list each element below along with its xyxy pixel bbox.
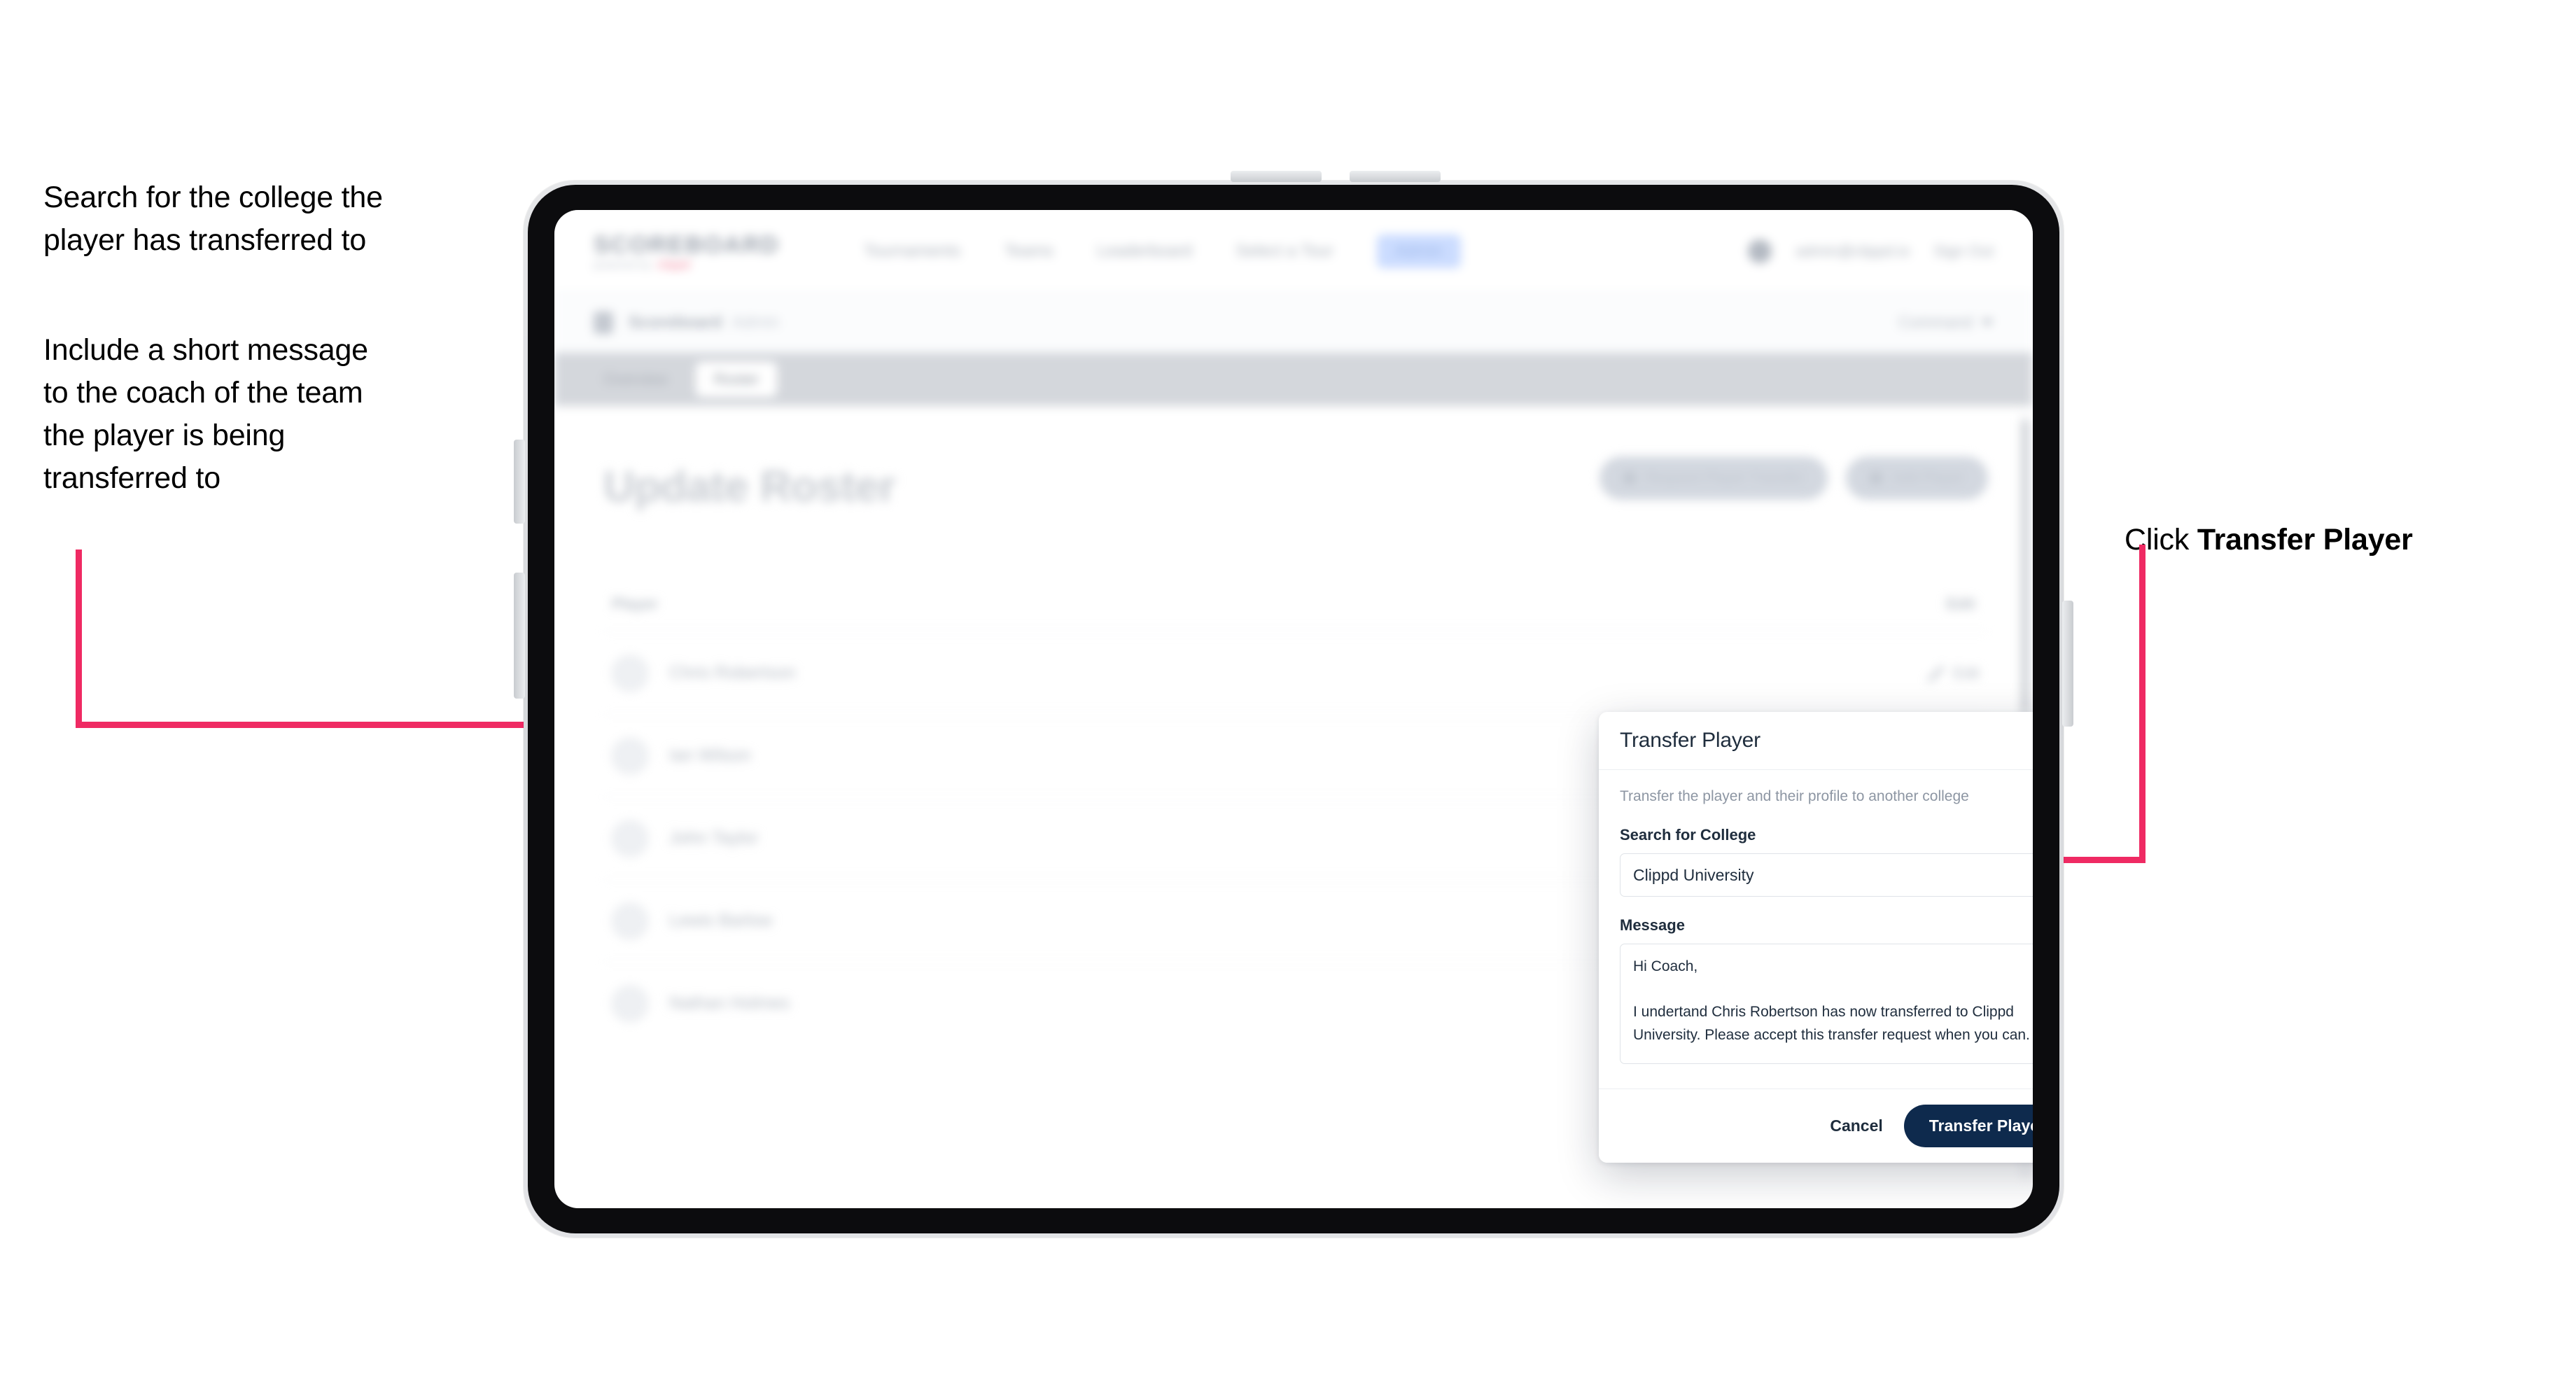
sign-out-link[interactable]: Sign Out — [1933, 242, 1994, 260]
tablet-body: SCOREBOARD powered by clippd Tournaments… — [528, 185, 2059, 1233]
annotation-line-right-vertical — [2139, 545, 2146, 863]
transfer-player-modal: Transfer Player Transfer the player and … — [1599, 712, 2033, 1163]
player-name: Chris Robertson — [669, 663, 796, 682]
tab-bar: Overview Roster — [554, 353, 2033, 406]
logo-subtext: powered by clippd — [594, 259, 780, 271]
field-spacer — [1620, 897, 2033, 916]
request-player-transfer-button[interactable]: Request Player Transfer — [1599, 456, 1828, 500]
avatar — [612, 985, 648, 1022]
tablet-screen: SCOREBOARD powered by clippd Tournaments… — [554, 210, 2033, 1208]
logo-powered-by: powered by — [594, 258, 652, 271]
logo-text: SCOREBOARD — [594, 231, 780, 258]
player-name: Nathan Holmes — [669, 993, 790, 1013]
roster-list-header: Player Edit — [603, 588, 1988, 631]
column-header-edit: Edit — [1946, 595, 1975, 612]
chevron-down-icon — [1981, 318, 1994, 326]
nav-item-tournaments[interactable]: Tournaments — [864, 241, 961, 261]
message-textarea[interactable] — [1620, 944, 2033, 1064]
plus-icon — [1870, 472, 1883, 484]
annotation-search-college: Search for the college the player has tr… — [43, 181, 383, 258]
device-volume-down-button — [1350, 171, 1441, 182]
primary-nav: Tournaments Teams Leaderboard Select a T… — [864, 234, 1461, 268]
nav-item-teams[interactable]: Teams — [1004, 241, 1054, 261]
device-side-button-top — [514, 440, 525, 524]
search-college-input[interactable] — [1620, 853, 2033, 897]
edit-player-button[interactable]: Edit — [1926, 664, 1980, 682]
scrollbar-thumb[interactable] — [2022, 420, 2029, 714]
header-account-area: admin@clippd.io Sign Out — [1748, 239, 1994, 263]
modal-header: Transfer Player — [1599, 712, 2033, 770]
player-name: John Taylor — [669, 828, 759, 848]
transfer-player-submit-button[interactable]: Transfer Player — [1903, 1105, 2033, 1147]
edit-label: Edit — [1953, 664, 1980, 682]
nav-item-leaderboard[interactable]: Leaderboard — [1097, 241, 1192, 261]
tablet-device-frame: SCOREBOARD powered by clippd Tournaments… — [514, 171, 2073, 1238]
screenshot-canvas: Search for the college the player has tr… — [0, 0, 2576, 1386]
app-header: SCOREBOARD powered by clippd Tournaments… — [554, 210, 2033, 293]
annotation-right-bold: Transfer Player — [2197, 523, 2413, 557]
breadcrumb-suffix: Admin — [732, 312, 780, 332]
device-power-button — [2062, 601, 2073, 727]
avatar — [612, 902, 648, 939]
tab-overview[interactable]: Overview — [585, 362, 686, 397]
nav-item-admin[interactable]: Admin — [1376, 234, 1461, 268]
annotation-click-transfer: Click Transfer Player — [2124, 476, 2558, 561]
annotation-right-prefix: Click — [2124, 523, 2197, 557]
annotation-line-left-vertical — [76, 550, 82, 728]
breadcrumb: Scoreboard Admin Command — [554, 293, 2033, 353]
modal-description: Transfer the player and their profile to… — [1620, 788, 1969, 804]
player-name: Lewis Barlow — [669, 911, 773, 930]
nav-item-select-a-tour[interactable]: Select a Tour — [1236, 241, 1334, 261]
table-row[interactable]: Chris Robertson Edit — [603, 631, 1988, 714]
add-player-label: Add Player — [1892, 470, 1964, 486]
logo-brand: clippd — [657, 258, 690, 271]
modal-body: Transfer the player and their profile to… — [1599, 770, 2033, 1088]
cancel-button[interactable]: Cancel — [1830, 1116, 1882, 1135]
add-player-button[interactable]: Add Player — [1846, 456, 1988, 500]
device-side-button-bottom — [514, 573, 525, 699]
breadcrumb-title[interactable]: Scoreboard — [629, 313, 722, 332]
page-title: Update Roster — [603, 463, 896, 511]
breadcrumb-right-label: Command — [1898, 313, 1973, 331]
search-college-label: Search for College — [1620, 826, 1756, 844]
app-logo[interactable]: SCOREBOARD powered by clippd — [594, 232, 780, 271]
pencil-icon — [1926, 664, 1944, 682]
avatar[interactable] — [1748, 239, 1772, 263]
modal-title: Transfer Player — [1620, 729, 1760, 752]
message-label: Message — [1620, 916, 1685, 934]
column-header-player: Player — [612, 595, 659, 612]
annotation-include-message: Include a short message to the coach of … — [43, 333, 368, 496]
avatar — [612, 820, 648, 857]
transfer-icon — [1623, 472, 1636, 484]
request-player-transfer-label: Request Player Transfer — [1645, 470, 1805, 486]
breadcrumb-icon — [594, 311, 613, 334]
page-actions: Request Player Transfer Add Player — [1599, 456, 1988, 500]
account-email: admin@clippd.io — [1795, 241, 1910, 260]
device-volume-up-button — [1231, 171, 1322, 182]
modal-footer: Cancel Transfer Player — [1599, 1088, 2033, 1163]
tab-roster[interactable]: Roster — [695, 362, 778, 397]
avatar — [612, 737, 648, 774]
avatar — [612, 654, 648, 692]
breadcrumb-right-control[interactable]: Command — [1898, 313, 1994, 332]
player-name: Ian Wilson — [669, 746, 751, 765]
